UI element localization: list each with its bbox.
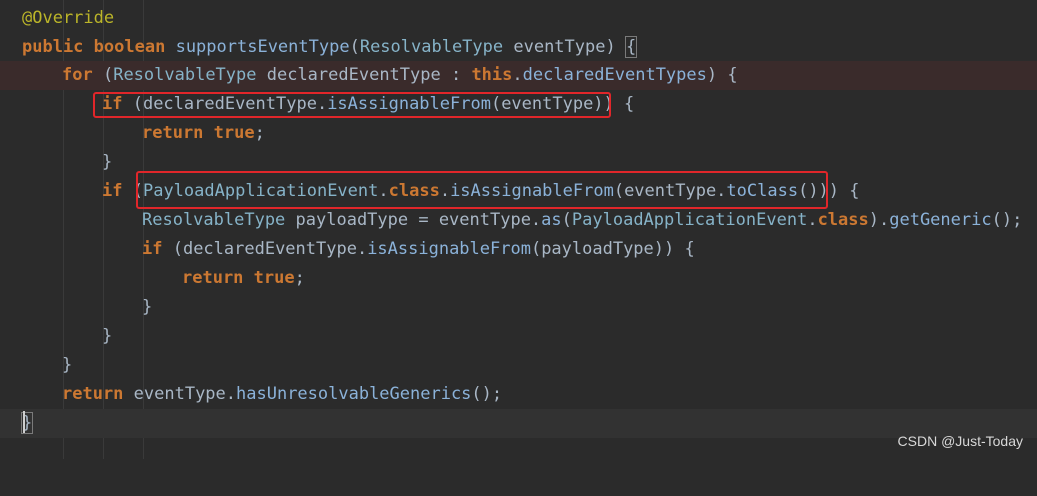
keyword-token: return bbox=[182, 268, 244, 288]
expression-token: payloadType = eventType. bbox=[285, 210, 542, 230]
punctuation-token: ; bbox=[294, 268, 305, 288]
keyword-token: this bbox=[471, 65, 513, 85]
expression-token: (declaredEventType. bbox=[162, 239, 368, 259]
matched-brace: { bbox=[624, 36, 638, 58]
highlight-box bbox=[136, 171, 828, 209]
punctuation-token: ) { bbox=[706, 65, 738, 85]
brace-token: } bbox=[62, 355, 73, 375]
keyword-token: return bbox=[142, 123, 204, 143]
code-line[interactable]: @Override bbox=[0, 4, 1037, 33]
code-line-highlighted[interactable]: for (ResolvableType declaredEventType : … bbox=[0, 61, 1037, 90]
watermark-label: CSDN @Just-Today bbox=[897, 433, 1023, 449]
variable-token: declaredEventType : bbox=[256, 65, 472, 85]
expression-token: eventType. bbox=[123, 384, 237, 404]
field-token: declaredEventTypes bbox=[522, 65, 707, 85]
parameter-token: eventType bbox=[503, 37, 606, 57]
code-line[interactable]: } bbox=[0, 351, 1037, 380]
type-token: PayloadApplicationEvent bbox=[571, 210, 808, 230]
code-line[interactable]: return eventType.hasUnresolvableGenerics… bbox=[0, 380, 1037, 409]
brace-token: } bbox=[142, 297, 153, 317]
code-editor[interactable]: @Override public boolean supportsEventTy… bbox=[0, 0, 1037, 459]
code-line[interactable]: return true; bbox=[0, 264, 1037, 293]
brace-token: } bbox=[102, 326, 113, 346]
punctuation-token: ). bbox=[868, 210, 890, 230]
punctuation-token: . bbox=[512, 65, 523, 85]
punctuation-token: ( bbox=[561, 210, 572, 230]
highlight-box bbox=[93, 92, 611, 118]
punctuation-token: (); bbox=[991, 210, 1023, 230]
punctuation-token: ; bbox=[254, 123, 265, 143]
method-name-token: getGeneric bbox=[889, 210, 992, 230]
code-line-current[interactable]: } bbox=[0, 409, 1037, 438]
keyword-token: if bbox=[102, 181, 123, 201]
text-caret bbox=[23, 411, 25, 433]
expression-token: (payloadType)) bbox=[530, 239, 675, 259]
type-token: ResolvableType bbox=[359, 37, 504, 57]
method-name-token: as bbox=[541, 210, 562, 230]
punctuation-token: ) bbox=[605, 37, 626, 57]
punctuation-token: { bbox=[674, 239, 695, 259]
punctuation-token: ( bbox=[92, 65, 114, 85]
type-token: ResolvableType bbox=[113, 65, 257, 85]
keyword-token: public bbox=[22, 37, 84, 57]
keyword-token: true bbox=[253, 268, 295, 288]
keyword-token: true bbox=[213, 123, 255, 143]
method-name-token: hasUnresolvableGenerics bbox=[236, 384, 472, 404]
punctuation-token: ( bbox=[349, 37, 360, 57]
keyword-token: if bbox=[142, 239, 163, 259]
code-line[interactable]: ResolvableType payloadType = eventType.a… bbox=[0, 206, 1037, 235]
code-line[interactable]: public boolean supportsEventType(Resolva… bbox=[0, 33, 1037, 62]
keyword-token: class bbox=[817, 210, 869, 230]
punctuation-token: . bbox=[807, 210, 818, 230]
punctuation-token: { bbox=[613, 94, 635, 114]
punctuation-token: (); bbox=[471, 384, 503, 404]
brace-token: } bbox=[102, 152, 113, 172]
annotation-token: @Override bbox=[22, 8, 115, 28]
punctuation-token: { bbox=[839, 181, 860, 201]
code-line[interactable]: } bbox=[0, 322, 1037, 351]
keyword-token: for bbox=[62, 65, 93, 85]
code-line[interactable]: if (declaredEventType.isAssignableFrom(p… bbox=[0, 235, 1037, 264]
type-token: ResolvableType bbox=[142, 210, 286, 230]
method-name-token: supportsEventType bbox=[175, 37, 350, 57]
code-line[interactable]: return true; bbox=[0, 119, 1037, 148]
method-name-token: isAssignableFrom bbox=[367, 239, 531, 259]
keyword-token: boolean bbox=[93, 37, 166, 57]
code-line[interactable]: } bbox=[0, 293, 1037, 322]
keyword-token: return bbox=[62, 384, 124, 404]
